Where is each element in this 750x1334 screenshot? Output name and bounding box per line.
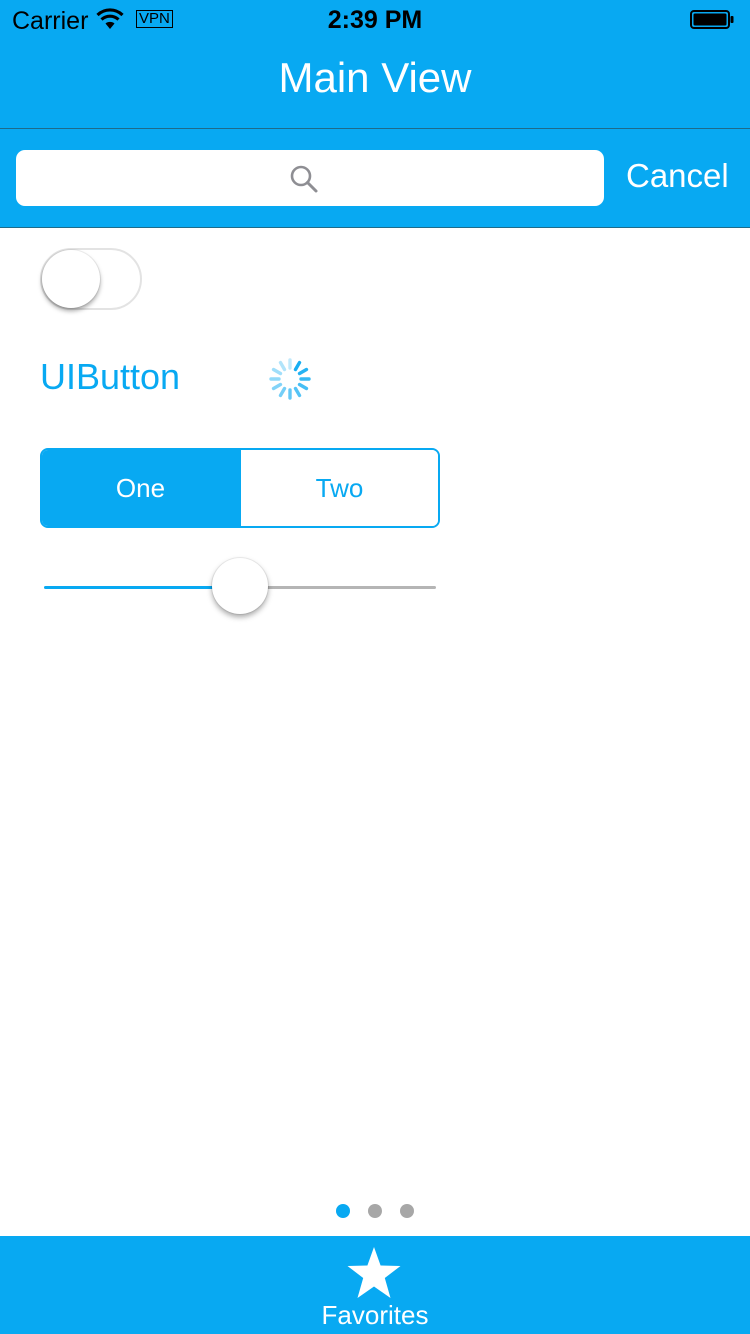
search-input[interactable] xyxy=(16,150,604,206)
search-field[interactable] xyxy=(16,150,604,206)
slider-track-empty xyxy=(240,586,436,589)
ui-button[interactable]: UIButton xyxy=(40,356,180,398)
slider-thumb[interactable] xyxy=(212,558,268,614)
page-dot-1[interactable] xyxy=(336,1204,350,1218)
status-time: 2:39 PM xyxy=(327,6,423,34)
navigation-header: Carrier VPN 2:39 PM Main View xyxy=(0,0,750,128)
toggle-switch[interactable] xyxy=(40,248,142,310)
star-icon xyxy=(347,1247,401,1298)
activity-indicator-icon xyxy=(269,358,311,400)
switch-knob[interactable] xyxy=(42,250,100,308)
status-bar: Carrier VPN 2:39 PM xyxy=(0,0,750,40)
slider[interactable] xyxy=(44,556,436,616)
slider-track-filled xyxy=(44,586,240,589)
tab-label-favorites: Favorites xyxy=(321,1300,429,1330)
tab-bar: Favorites xyxy=(0,1236,750,1334)
page-title: Main View xyxy=(278,54,472,101)
cancel-button[interactable]: Cancel xyxy=(626,157,729,195)
page-dot-2[interactable] xyxy=(368,1204,382,1218)
tab-favorites[interactable]: Favorites xyxy=(300,1236,450,1334)
segmented-control: One Two xyxy=(40,448,440,528)
page-control[interactable] xyxy=(0,1204,750,1220)
segment-one[interactable]: One xyxy=(42,450,239,526)
search-divider xyxy=(0,227,750,228)
search-bar: Cancel xyxy=(0,129,750,227)
page-dot-3[interactable] xyxy=(400,1204,414,1218)
segment-two[interactable]: Two xyxy=(239,450,438,526)
battery-icon xyxy=(690,10,734,29)
